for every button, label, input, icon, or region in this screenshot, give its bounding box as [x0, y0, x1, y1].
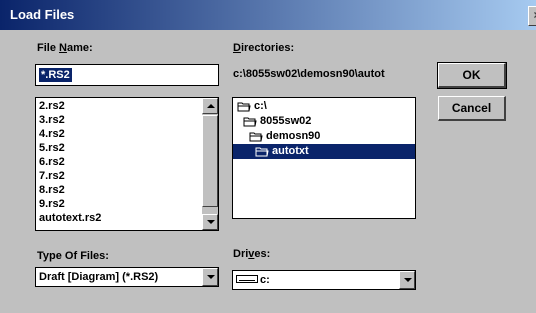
drives-select[interactable]: c:	[232, 270, 416, 290]
drives-value-wrap: c:	[236, 273, 270, 287]
type-of-files-dropdown-button[interactable]	[202, 268, 218, 286]
close-icon[interactable]: ×	[528, 6, 536, 26]
scroll-down-button[interactable]	[202, 214, 218, 230]
drives-dropdown-button[interactable]	[399, 271, 415, 289]
file-list-item[interactable]: 4.rs2	[39, 128, 65, 141]
drives-label: Drives:	[233, 248, 270, 260]
file-list-item[interactable]: 6.rs2	[39, 156, 65, 169]
file-name-label: File Name:	[37, 42, 93, 54]
directory-item-label: autotxt	[272, 145, 309, 157]
directory-item[interactable]: autotxt	[233, 144, 415, 159]
current-directory-path: c:\8055sw02\demosn90\autot	[233, 68, 385, 80]
directory-list[interactable]: c:\ 8055sw02 demosn90 autotxt	[232, 97, 416, 219]
drive-icon	[236, 275, 258, 284]
drives-value: c:	[260, 274, 270, 286]
scroll-thumb[interactable]	[202, 115, 218, 207]
type-of-files-select[interactable]: Draft [Diagram] (*.RS2)	[35, 267, 219, 287]
type-of-files-value: Draft [Diagram] (*.RS2)	[39, 271, 159, 283]
open-folder-icon	[243, 115, 260, 127]
directories-label-hotkey: D	[233, 42, 241, 54]
scroll-up-button[interactable]	[202, 98, 218, 114]
open-folder-icon	[237, 100, 254, 112]
directories-label-suffix: irectories:	[240, 42, 295, 54]
file-list-item[interactable]: autotext.rs2	[39, 212, 101, 225]
file-list-item[interactable]: 9.rs2	[39, 198, 65, 211]
directory-item[interactable]: c:\	[233, 99, 267, 114]
ok-button[interactable]: OK	[437, 62, 507, 89]
file-list-scrollbar[interactable]	[202, 98, 218, 230]
window-title: Load Files	[10, 7, 75, 22]
file-name-label-suffix: ame:	[66, 42, 93, 54]
directory-item[interactable]: demosn90	[233, 129, 320, 144]
directory-item-label: c:\	[254, 100, 267, 112]
type-of-files-label: Type Of Files:	[37, 250, 109, 262]
cancel-button[interactable]: Cancel	[438, 96, 506, 121]
directories-label: Directories:	[233, 42, 294, 54]
file-name-input[interactable]: *.RS2	[35, 64, 219, 86]
directory-item-label: 8055sw02	[260, 115, 312, 127]
directory-item-label: demosn90	[266, 130, 321, 142]
chevron-down-icon	[404, 278, 412, 282]
directory-item[interactable]: 8055sw02	[233, 114, 311, 129]
chevron-down-icon	[207, 275, 215, 279]
file-list-item[interactable]: 3.rs2	[39, 114, 65, 127]
file-name-value: *.RS2	[39, 68, 72, 82]
open-folder-icon	[249, 130, 266, 142]
title-bar: Load Files ×	[0, 0, 536, 30]
file-name-label-prefix: File	[37, 42, 60, 54]
file-list-item[interactable]: 2.rs2	[39, 100, 65, 113]
file-list-item[interactable]: 5.rs2	[39, 142, 65, 155]
file-list-item[interactable]: 7.rs2	[39, 170, 65, 183]
file-list[interactable]: 2.rs2 3.rs2 4.rs2 5.rs2 6.rs2 7.rs2 8.rs2 9.rs2…	[35, 97, 219, 231]
arrow-down-icon	[207, 220, 215, 224]
file-name-label-hotkey: N	[59, 42, 67, 54]
arrow-up-icon	[207, 104, 215, 108]
open-folder-icon	[255, 145, 272, 157]
drives-label-suffix: es:	[254, 248, 271, 260]
drives-label-prefix: Dri	[233, 248, 249, 260]
file-list-item[interactable]: 8.rs2	[39, 184, 65, 197]
